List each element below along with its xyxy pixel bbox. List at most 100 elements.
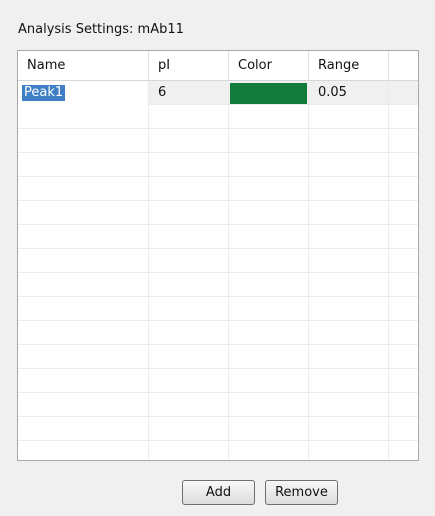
empty-cell[interactable] [389, 321, 418, 345]
empty-cell[interactable] [229, 129, 309, 153]
name-cell[interactable]: Peak1 [18, 81, 149, 105]
empty-cell[interactable] [229, 201, 309, 225]
empty-cell[interactable] [309, 177, 389, 201]
empty-cell[interactable] [149, 153, 229, 177]
empty-cell[interactable] [389, 273, 418, 297]
empty-cell[interactable] [149, 417, 229, 441]
empty-cell[interactable] [149, 177, 229, 201]
empty-cell[interactable] [149, 345, 229, 369]
color-cell[interactable] [229, 81, 309, 105]
empty-cell[interactable] [149, 393, 229, 417]
empty-cell[interactable] [229, 105, 309, 129]
empty-cell[interactable] [309, 249, 389, 273]
empty-cell[interactable] [229, 441, 309, 460]
empty-cell[interactable] [229, 297, 309, 321]
empty-table-row[interactable] [18, 249, 418, 273]
add-button[interactable]: Add [182, 480, 255, 505]
empty-cell[interactable] [229, 249, 309, 273]
peaks-table[interactable]: Name pI Color Range Peak1 6 0.05 [17, 50, 419, 461]
empty-cell[interactable] [18, 249, 149, 273]
empty-table-row[interactable] [18, 177, 418, 201]
empty-cell[interactable] [149, 321, 229, 345]
empty-table-row[interactable] [18, 129, 418, 153]
column-header-pi[interactable]: pI [149, 51, 229, 80]
empty-table-row[interactable] [18, 417, 418, 441]
empty-cell[interactable] [18, 201, 149, 225]
empty-cell[interactable] [309, 201, 389, 225]
name-cell-editor[interactable]: Peak1 [22, 85, 66, 101]
empty-cell[interactable] [18, 393, 149, 417]
empty-cell[interactable] [18, 153, 149, 177]
empty-cell[interactable] [149, 105, 229, 129]
pi-cell[interactable]: 6 [149, 81, 229, 105]
empty-cell[interactable] [149, 297, 229, 321]
remove-button[interactable]: Remove [265, 480, 338, 505]
empty-cell[interactable] [18, 417, 149, 441]
empty-cell[interactable] [309, 417, 389, 441]
empty-cell[interactable] [309, 105, 389, 129]
empty-cell[interactable] [229, 273, 309, 297]
empty-cell[interactable] [229, 417, 309, 441]
empty-table-row[interactable] [18, 441, 418, 460]
empty-cell[interactable] [149, 369, 229, 393]
empty-cell[interactable] [229, 345, 309, 369]
empty-cell[interactable] [229, 225, 309, 249]
range-cell[interactable]: 0.05 [309, 81, 389, 105]
empty-cell[interactable] [18, 129, 149, 153]
column-header-name[interactable]: Name [18, 51, 149, 80]
empty-cell[interactable] [389, 345, 418, 369]
empty-cell[interactable] [18, 345, 149, 369]
empty-cell[interactable] [18, 321, 149, 345]
empty-cell[interactable] [309, 321, 389, 345]
empty-cell[interactable] [389, 153, 418, 177]
table-row[interactable]: Peak1 6 0.05 [18, 81, 418, 105]
empty-table-row[interactable] [18, 105, 418, 129]
empty-cell[interactable] [389, 441, 418, 460]
empty-cell[interactable] [149, 441, 229, 460]
empty-cell[interactable] [229, 321, 309, 345]
empty-cell[interactable] [389, 105, 418, 129]
empty-cell[interactable] [309, 297, 389, 321]
empty-cell[interactable] [149, 129, 229, 153]
empty-cell[interactable] [149, 201, 229, 225]
column-header-range[interactable]: Range [309, 51, 389, 80]
empty-cell[interactable] [229, 369, 309, 393]
empty-table-row[interactable] [18, 153, 418, 177]
empty-table-row[interactable] [18, 273, 418, 297]
empty-table-row[interactable] [18, 393, 418, 417]
empty-cell[interactable] [309, 345, 389, 369]
empty-cell[interactable] [229, 177, 309, 201]
empty-cell[interactable] [389, 201, 418, 225]
empty-cell[interactable] [229, 393, 309, 417]
empty-cell[interactable] [389, 417, 418, 441]
empty-table-row[interactable] [18, 297, 418, 321]
empty-cell[interactable] [149, 225, 229, 249]
column-header-color[interactable]: Color [229, 51, 309, 80]
color-swatch[interactable] [230, 83, 307, 104]
empty-cell[interactable] [389, 225, 418, 249]
empty-cell[interactable] [309, 369, 389, 393]
empty-table-row[interactable] [18, 345, 418, 369]
empty-cell[interactable] [389, 177, 418, 201]
empty-cell[interactable] [389, 369, 418, 393]
empty-cell[interactable] [149, 249, 229, 273]
empty-cell[interactable] [18, 441, 149, 460]
empty-cell[interactable] [309, 225, 389, 249]
empty-cell[interactable] [389, 393, 418, 417]
empty-cell[interactable] [309, 393, 389, 417]
empty-cell[interactable] [18, 177, 149, 201]
empty-cell[interactable] [309, 273, 389, 297]
empty-cell[interactable] [389, 129, 418, 153]
empty-cell[interactable] [229, 153, 309, 177]
empty-cell[interactable] [149, 273, 229, 297]
empty-cell[interactable] [389, 249, 418, 273]
empty-cell[interactable] [18, 297, 149, 321]
empty-cell[interactable] [389, 297, 418, 321]
empty-table-row[interactable] [18, 225, 418, 249]
empty-cell[interactable] [18, 225, 149, 249]
empty-table-row[interactable] [18, 369, 418, 393]
empty-table-row[interactable] [18, 201, 418, 225]
empty-table-row[interactable] [18, 321, 418, 345]
empty-cell[interactable] [18, 273, 149, 297]
empty-cell[interactable] [309, 441, 389, 460]
